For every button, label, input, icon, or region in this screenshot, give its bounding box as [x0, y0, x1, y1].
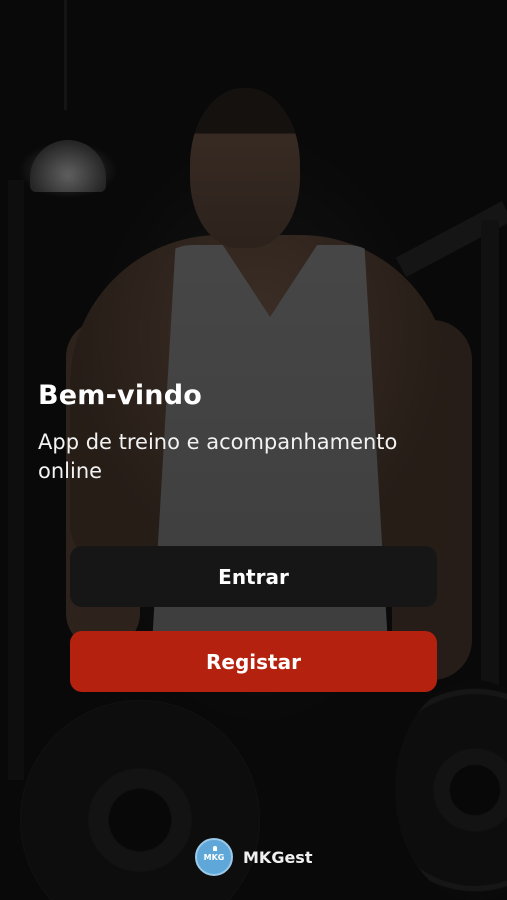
welcome-title: Bem-vindo [38, 380, 202, 411]
logo-text: MKG [203, 852, 225, 862]
welcome-screen: Bem-vindo App de treino e acompanhamento… [0, 0, 507, 900]
register-button[interactable]: Registar [70, 631, 437, 692]
brand-name: MKGest [243, 847, 313, 867]
logo-flame-mark [213, 846, 217, 851]
mkg-logo-icon: MKG [195, 838, 233, 876]
login-button[interactable]: Entrar [70, 546, 437, 607]
brand-footer: MKG MKGest [195, 838, 312, 876]
welcome-subtitle: App de treino e acompanhamento online [38, 430, 398, 483]
